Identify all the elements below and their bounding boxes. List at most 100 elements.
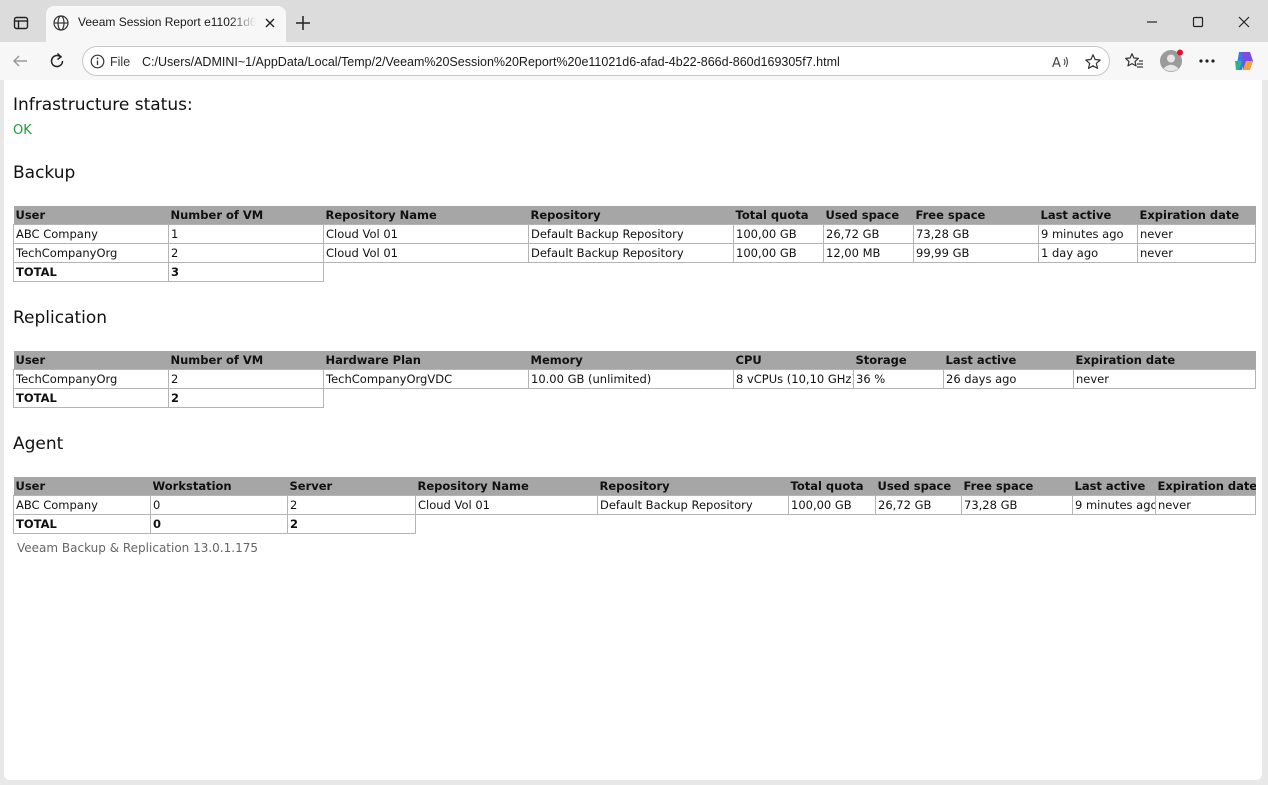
table-cell: 73,28 GB [913,223,1039,244]
column-header: Repository Name [323,206,529,224]
more-options-icon[interactable] [1195,49,1219,73]
favorite-star-icon[interactable] [1083,52,1103,72]
table-cell: 2 [168,242,324,263]
table-cell: 9 minutes ago [1038,223,1138,244]
column-header: Total quota [733,206,824,224]
table-cell: never [1073,368,1256,389]
column-header: Server [287,477,416,495]
table-cell: Default Backup Repository [528,242,734,263]
table-cell: 0 [150,494,288,515]
table-cell: never [1137,223,1256,244]
table-cell: never [1155,494,1256,515]
infrastructure-status-value: OK [13,123,32,138]
read-aloud-icon[interactable]: A [1051,52,1071,72]
table-cell: TechCompanyOrg [13,368,169,389]
table-cell: 2 [287,494,416,515]
table-cell: 26,72 GB [823,223,914,244]
back-arrow-icon[interactable] [8,49,32,73]
agent-table: User Workstation Server Repository Name … [13,477,1256,534]
table-cell: 1 day ago [1038,242,1138,263]
table-cell: 10.00 GB (unlimited) [528,368,734,389]
table-cell: ABC Company [13,494,151,515]
window-edge [1262,80,1268,780]
total-workstation: 0 [150,513,288,534]
column-header: Expiration date [1155,477,1256,495]
table-row: ABC Company 0 2 Cloud Vol 01 Default Bac… [13,494,1256,515]
column-header: Expiration date [1137,206,1256,224]
profile-avatar-icon[interactable] [1159,49,1183,73]
empty-cell [416,514,1256,533]
address-bar[interactable]: File C:/Users/ADMINI~1/AppData/Local/Tem… [82,46,1110,76]
column-header: Hardware Plan [323,351,529,369]
table-cell: ABC Company [13,223,169,244]
table-cell: Cloud Vol 01 [323,223,529,244]
infrastructure-status-heading: Infrastructure status: [13,95,193,115]
table-header-row: User Number of VM Repository Name Reposi… [13,206,1256,224]
column-header: Free space [961,477,1073,495]
table-row: TechCompanyOrg 2 TechCompanyOrgVDC 10.00… [13,368,1256,389]
globe-icon [52,14,70,32]
refresh-icon[interactable] [45,49,69,73]
table-cell: Default Backup Repository [528,223,734,244]
close-tab-icon[interactable] [261,14,279,32]
minimize-icon[interactable] [1140,10,1164,34]
column-header: Used space [875,477,962,495]
browser-titlebar: Veeam Session Report e11021d6-afad-4b22-… [0,0,1268,42]
table-header-row: User Workstation Server Repository Name … [13,477,1256,495]
table-cell: TechCompanyOrg [13,242,169,263]
address-scheme-label: File [110,55,131,69]
svg-text:A: A [1052,56,1061,70]
column-header: User [13,351,169,369]
table-cell: 100,00 GB [788,494,876,515]
column-header: CPU [733,351,854,369]
address-url[interactable]: C:/Users/ADMINI~1/AppData/Local/Temp/2/V… [142,55,840,69]
replication-heading: Replication [13,308,108,328]
table-cell: 26 days ago [943,368,1074,389]
table-cell: 100,00 GB [733,242,824,263]
table-cell: 99,99 GB [913,242,1039,263]
close-window-icon[interactable] [1232,10,1256,34]
info-icon[interactable] [90,54,105,69]
replication-table: User Number of VM Hardware Plan Memory C… [13,351,1256,408]
table-row: ABC Company 1 Cloud Vol 01 Default Backu… [13,223,1256,244]
column-header: Free space [913,206,1039,224]
table-header-row: User Number of VM Hardware Plan Memory C… [13,351,1256,369]
agent-heading: Agent [13,434,64,454]
total-row: TOTAL 3 [13,261,1256,282]
total-value: 3 [168,261,324,282]
table-cell: 12,00 MB [823,242,914,263]
table-cell: 8 vCPUs (10,10 GHz) [733,368,854,389]
maximize-icon[interactable] [1186,10,1210,34]
column-header: Number of VM [168,206,324,224]
column-header: Repository [597,477,789,495]
column-header: Expiration date [1073,351,1256,369]
table-cell: 26,72 GB [875,494,962,515]
column-header: Memory [528,351,734,369]
column-header: User [13,477,151,495]
favorites-icon[interactable] [1122,49,1146,73]
tab-actions-icon[interactable] [8,10,34,36]
column-header: Repository [528,206,734,224]
column-header: User [13,206,169,224]
browser-tab-active[interactable]: Veeam Session Report e11021d6-afad-4b22-… [46,6,286,42]
product-version-footer: Veeam Backup & Replication 13.0.1.175 [17,541,258,555]
copilot-icon[interactable] [1232,49,1256,73]
new-tab-icon[interactable] [292,12,314,34]
table-cell: 100,00 GB [733,223,824,244]
table-cell: 1 [168,223,324,244]
table-cell: 36 % [853,368,944,389]
table-cell: Default Backup Repository [597,494,789,515]
total-label: TOTAL [13,513,151,534]
empty-cell [324,388,1256,407]
table-cell: Cloud Vol 01 [323,242,529,263]
column-header: Last active [1072,477,1156,495]
total-row: TOTAL 2 [13,387,1256,408]
table-row: TechCompanyOrg 2 Cloud Vol 01 Default Ba… [13,242,1256,263]
column-header: Total quota [788,477,876,495]
column-header: Workstation [150,477,288,495]
table-cell: 2 [168,368,324,389]
total-label: TOTAL [13,261,169,282]
total-value: 2 [168,387,324,408]
column-header: Storage [853,351,944,369]
table-cell: 73,28 GB [961,494,1073,515]
